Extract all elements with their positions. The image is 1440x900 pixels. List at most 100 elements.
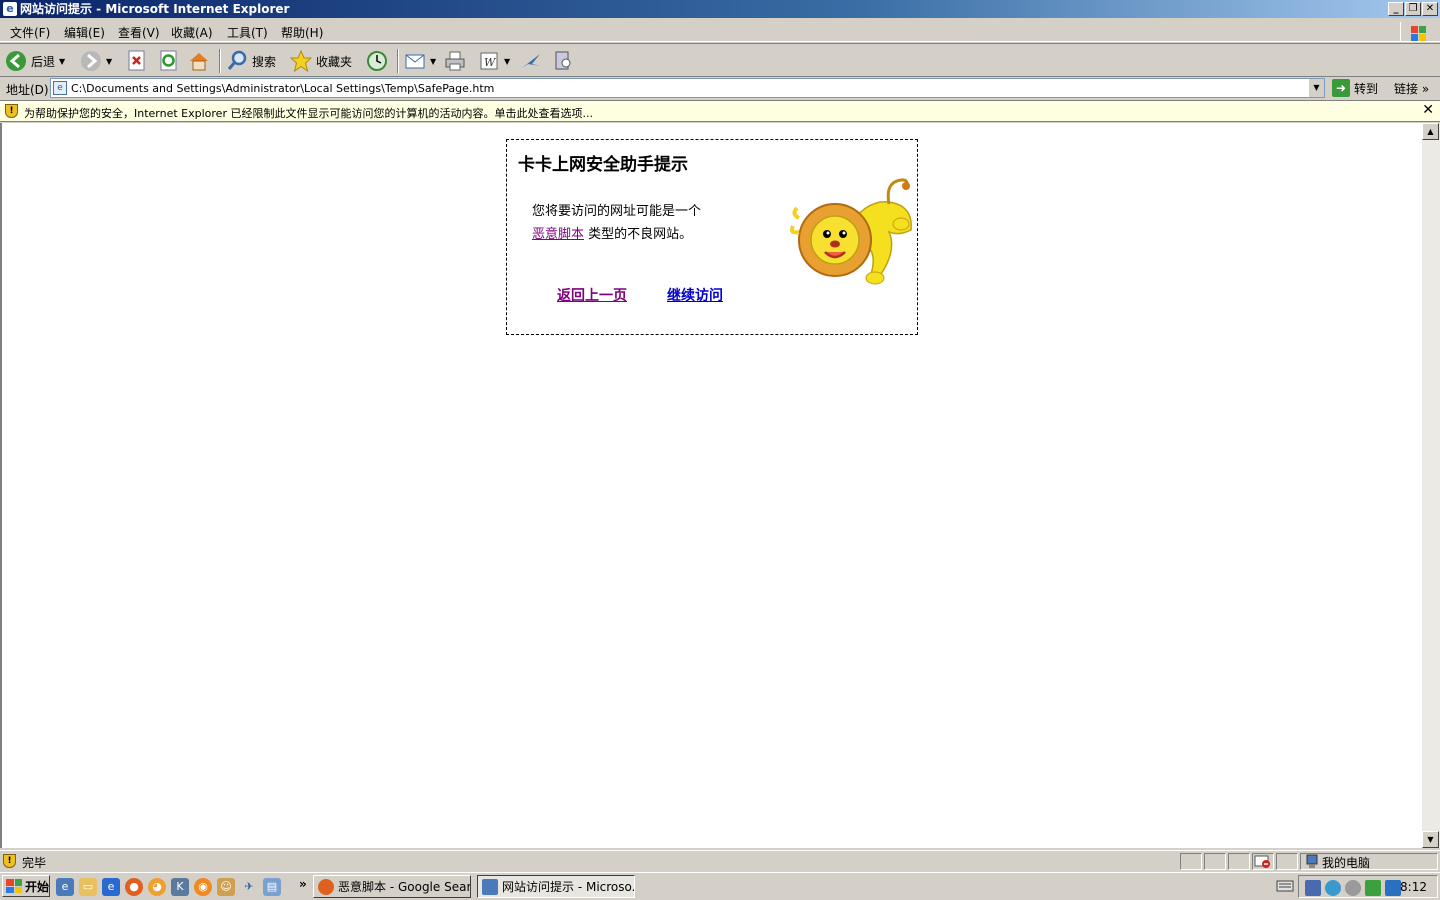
stop-icon <box>126 50 148 72</box>
mail-icon <box>404 50 426 72</box>
shield-warning-icon: ! <box>5 104 18 118</box>
speaker-icon[interactable] <box>1345 880 1361 896</box>
print-button[interactable] <box>444 48 466 74</box>
chevron-down-icon[interactable]: ▼ <box>106 57 112 66</box>
warning-message-line2: 恶意脚本 类型的不良网站。 <box>532 223 692 242</box>
chevron-right-icon: » <box>1421 82 1430 96</box>
ie-tray-icon[interactable] <box>1325 880 1341 896</box>
vertical-scrollbar[interactable]: ▲ ▼ <box>1422 123 1440 848</box>
forward-arrow-icon <box>80 50 102 72</box>
address-bar: 地址(D) e C:\Documents and Settings\Admini… <box>0 77 1440 99</box>
printer-icon <box>444 50 466 72</box>
windows-logo <box>1400 22 1430 42</box>
shield-warning-icon: ! <box>3 854 16 868</box>
address-input[interactable]: e C:\Documents and Settings\Administrato… <box>50 78 1325 98</box>
svg-text:W: W <box>484 56 497 69</box>
network-icon[interactable] <box>1305 880 1321 896</box>
close-button[interactable]: ✕ <box>1422 2 1438 16</box>
menu-edit[interactable]: 编辑(E) <box>64 24 105 41</box>
warning-message-line1: 您将要访问的网址可能是一个 <box>532 204 702 219</box>
task-label: 恶意脚本 - Google Sear... <box>338 880 471 894</box>
home-button[interactable] <box>188 48 210 74</box>
window-title: 网站访问提示 - Microsoft Internet Explorer <box>20 2 290 16</box>
refresh-icon <box>158 50 180 72</box>
forward-button[interactable]: ▼ <box>80 48 112 74</box>
desktop-quicklaunch-icon[interactable]: ▤ <box>263 878 281 896</box>
back-arrow-icon <box>5 50 27 72</box>
go-label: 转到 <box>1354 81 1379 96</box>
messenger-button[interactable] <box>520 48 542 74</box>
status-bar: ! 完毕 我的电脑 <box>0 850 1440 870</box>
chevron-down-icon[interactable]: ▼ <box>1308 79 1324 97</box>
system-tray: 8:12 <box>1298 875 1438 898</box>
status-panel <box>1276 853 1298 870</box>
links-label: 链接 <box>1394 82 1419 96</box>
taskbar-task-firefox[interactable]: 恶意脚本 - Google Sear... <box>313 875 471 898</box>
favorites-label: 收藏夹 <box>316 54 353 69</box>
research-button[interactable] <box>552 48 574 74</box>
ie-icon <box>482 878 498 895</box>
info-bar-text[interactable]: 为帮助保护您的安全，Internet Explorer 已经限制此文件显示可能访… <box>24 105 593 121</box>
app-quicklaunch-icon[interactable]: ☺ <box>217 878 235 896</box>
threat-type-link[interactable]: 恶意脚本 <box>532 227 584 242</box>
warning-card: 卡卡上网安全助手提示 您将要访问的网址可能是一个 恶意脚本 类型的不良网站。 返… <box>506 139 918 335</box>
app-quicklaunch-icon[interactable]: K <box>171 878 189 896</box>
menu-help[interactable]: 帮助(H) <box>281 24 323 41</box>
go-back-link[interactable]: 返回上一页 <box>557 285 627 305</box>
edit-button[interactable]: W ▼ <box>478 48 510 74</box>
taskbar-task-ie[interactable]: 网站访问提示 - Microso... <box>477 875 635 898</box>
stop-button[interactable] <box>126 48 148 74</box>
info-bar[interactable]: ! 为帮助保护您的安全，Internet Explorer 已经限制此文件显示可… <box>0 100 1440 122</box>
status-text: 完毕 <box>22 856 47 870</box>
start-button[interactable]: 开始 <box>2 875 50 897</box>
refresh-button[interactable] <box>158 48 180 74</box>
restore-button[interactable]: ❐ <box>1405 2 1421 16</box>
menu-view[interactable]: 查看(V) <box>118 24 160 41</box>
scroll-up-button[interactable]: ▲ <box>1422 123 1439 140</box>
continue-link[interactable]: 继续访问 <box>667 285 723 305</box>
minimize-button[interactable]: _ <box>1388 2 1404 16</box>
keyboard-icon[interactable] <box>1276 879 1294 893</box>
ie-quicklaunch-icon[interactable]: e <box>102 878 120 896</box>
swallow-quicklaunch-icon[interactable]: ✈ <box>240 878 258 896</box>
search-label: 搜索 <box>252 54 277 69</box>
scroll-down-button[interactable]: ▼ <box>1422 831 1439 848</box>
popup-blocked-panel[interactable] <box>1252 853 1274 870</box>
menu-file[interactable]: 文件(F) <box>10 24 50 41</box>
links-button[interactable]: 链接 » <box>1394 80 1429 97</box>
address-label: 地址(D) <box>6 83 49 97</box>
page-icon: e <box>53 81 67 95</box>
chevron-down-icon[interactable]: ▼ <box>504 57 510 66</box>
computer-icon <box>1306 854 1318 868</box>
start-label: 开始 <box>25 879 50 894</box>
taskbar: 开始 e ▭ e ● ◕ K ◉ ☺ ✈ ▤ » 恶意脚本 - Google S… <box>0 872 1440 900</box>
menu-tools[interactable]: 工具(T) <box>227 24 268 41</box>
app-quicklaunch-icon[interactable]: ◉ <box>194 878 212 896</box>
address-value[interactable]: C:\Documents and Settings\Administrator\… <box>71 82 494 95</box>
mail-button[interactable]: ▼ <box>404 48 436 74</box>
back-button[interactable]: 后退 ▼ <box>5 48 65 74</box>
warning-message-suffix: 类型的不良网站。 <box>584 227 693 242</box>
umbrella-icon[interactable] <box>1365 880 1381 896</box>
chevron-right-icon[interactable]: » <box>299 877 307 891</box>
research-icon <box>552 50 574 72</box>
history-button[interactable] <box>366 48 388 74</box>
go-arrow-icon: ➜ <box>1332 79 1350 97</box>
go-button[interactable]: ➜ 转到 <box>1332 78 1378 98</box>
page-title: 卡卡上网安全助手提示 <box>518 155 688 175</box>
menu-bar: 文件(F) 编辑(E) 查看(V) 收藏(A) 工具(T) 帮助(H) <box>0 20 1440 42</box>
ie-quicklaunch-icon[interactable]: e <box>56 878 74 896</box>
status-panel <box>1228 853 1250 870</box>
toolbar: 后退 ▼ ▼ 搜索 收藏夹 ▼ W ▼ <box>0 43 1440 77</box>
firefox-quicklaunch-icon[interactable]: ● <box>125 878 143 896</box>
shield-icon[interactable] <box>1385 880 1401 896</box>
close-icon[interactable]: ✕ <box>1422 102 1434 118</box>
status-panel <box>1204 853 1226 870</box>
favorites-button[interactable]: 收藏夹 <box>290 48 352 74</box>
menu-favorites[interactable]: 收藏(A) <box>171 24 213 41</box>
chevron-down-icon[interactable]: ▼ <box>59 57 65 66</box>
search-button[interactable]: 搜索 <box>226 48 276 74</box>
chevron-down-icon[interactable]: ▼ <box>430 57 436 66</box>
qq-quicklaunch-icon[interactable]: ◕ <box>148 878 166 896</box>
folder-quicklaunch-icon[interactable]: ▭ <box>79 878 97 896</box>
